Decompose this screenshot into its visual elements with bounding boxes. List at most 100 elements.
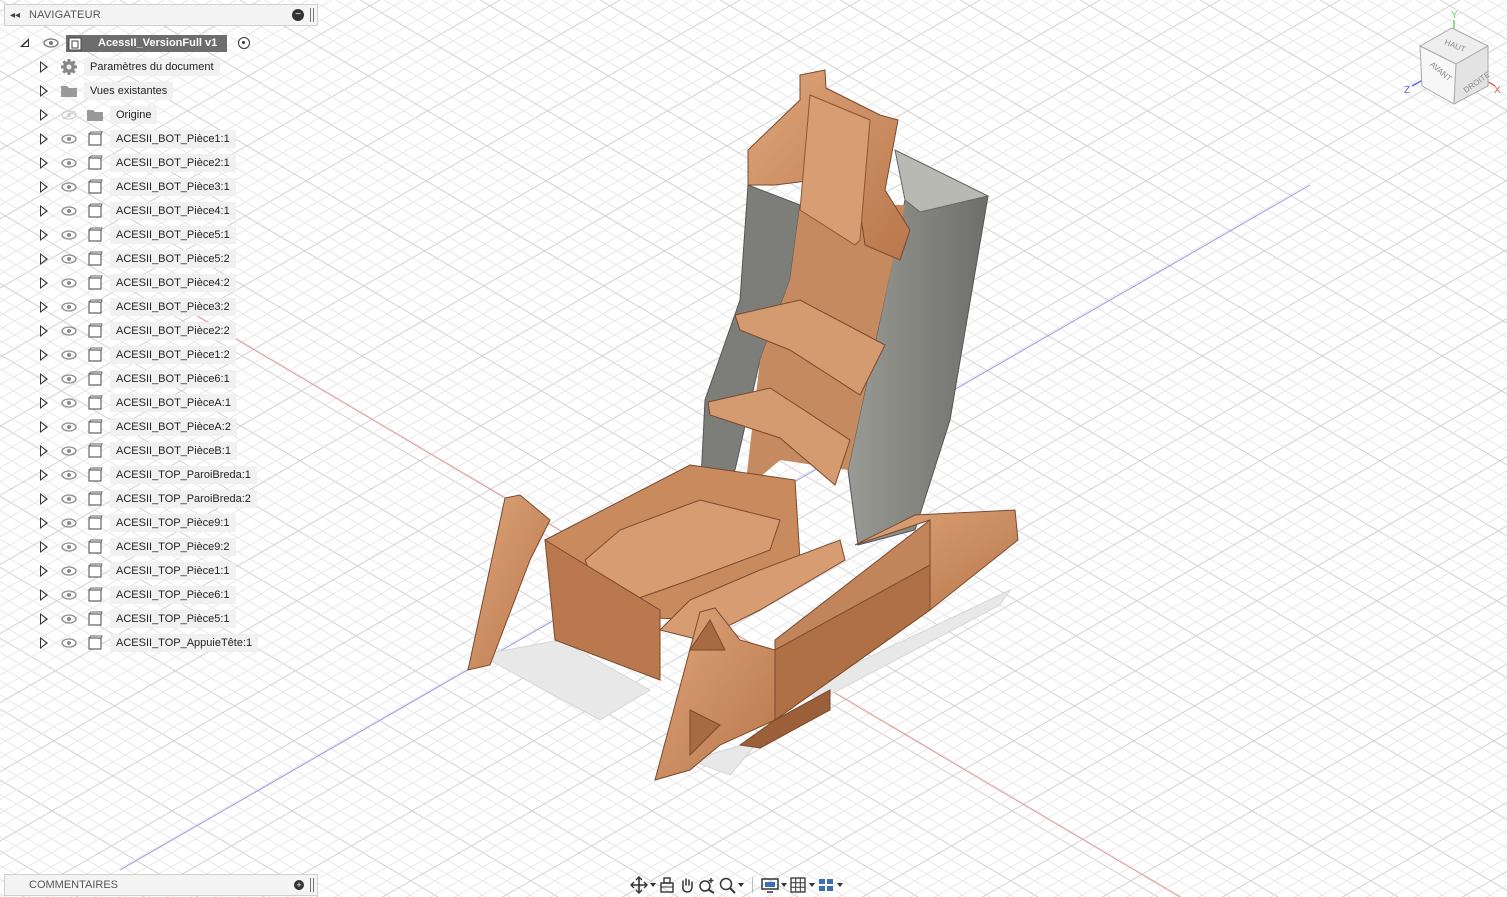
expand-arrow-icon[interactable] [40,253,48,265]
expand-arrow-icon[interactable] [40,373,48,385]
tree-row[interactable]: ACESII_BOT_Pièce1:2 [0,343,330,367]
tree-item-label[interactable]: ACESII_BOT_PièceB:1 [110,442,237,460]
grid-settings-button[interactable] [789,875,815,895]
expand-arrow-icon[interactable] [40,109,48,121]
visibility-eye-icon[interactable] [61,518,77,528]
expand-arrow-icon[interactable] [40,541,48,553]
visibility-eye-icon[interactable] [61,254,77,264]
visibility-eye-icon[interactable] [61,590,77,600]
expand-arrow-icon[interactable] [40,277,48,289]
expand-arrow-icon[interactable] [40,325,48,337]
expand-arrow-icon[interactable] [40,493,48,505]
expand-arrow-icon[interactable] [40,61,48,73]
root-expander-icon[interactable] [20,38,29,47]
tree-row[interactable]: ACESII_TOP_ParoiBreda:1 [0,463,330,487]
visibility-eye-icon[interactable] [61,278,77,288]
expand-arrow-icon[interactable] [40,229,48,241]
tree-item-label[interactable]: ACESII_BOT_Pièce1:1 [110,130,236,148]
tree-item-label[interactable]: ACESII_TOP_Pièce1:1 [110,562,236,580]
visibility-eye-icon[interactable] [61,230,77,240]
tree-item-label[interactable]: ACESII_BOT_Pièce1:2 [110,346,236,364]
collapse-panel-icon[interactable]: ◂◂ [5,10,25,21]
tree-row[interactable]: ACESII_BOT_Pièce4:2 [0,271,330,295]
visibility-eye-icon[interactable] [61,182,77,192]
tree-row[interactable]: ACESII_BOT_PièceB:1 [0,439,330,463]
comments-grip-icon[interactable] [310,878,314,892]
expand-arrow-icon[interactable] [40,301,48,313]
tree-row[interactable]: ACESII_BOT_Pièce5:1 [0,223,330,247]
pan-button[interactable] [678,875,696,895]
expand-arrow-icon[interactable] [40,517,48,529]
expand-arrow-icon[interactable] [40,85,48,97]
visibility-eye-icon[interactable] [61,374,77,384]
tree-item-label[interactable]: ACESII_TOP_AppuieTête:1 [110,634,259,652]
expand-arrow-icon[interactable] [40,613,48,625]
tree-item-label[interactable]: ACESII_BOT_Pièce2:2 [110,322,236,340]
visibility-eye-icon[interactable] [61,206,77,216]
visibility-eye-icon[interactable] [61,638,77,648]
tree-item-label[interactable]: ACESII_BOT_Pièce4:2 [110,274,236,292]
expand-arrow-icon[interactable] [40,397,48,409]
tree-row[interactable]: ACESII_BOT_Pièce1:1 [0,127,330,151]
expand-arrow-icon[interactable] [40,469,48,481]
visibility-eye-icon[interactable] [61,614,77,624]
viewports-button[interactable] [817,875,843,895]
visibility-eye-icon[interactable] [61,470,77,480]
tree-row[interactable]: ACESII_TOP_AppuieTête:1 [0,631,330,655]
visibility-eye-icon[interactable] [61,422,77,432]
expand-arrow-icon[interactable] [40,133,48,145]
visibility-eye-icon[interactable] [61,134,77,144]
look-at-button[interactable] [658,875,676,895]
add-comment-icon[interactable]: + [294,880,304,890]
tree-item-label[interactable]: ACESII_TOP_ParoiBreda:2 [110,490,257,508]
visibility-eye-icon[interactable] [61,302,77,312]
tree-item-label[interactable]: ACESII_TOP_ParoiBreda:1 [110,466,257,484]
visibility-eye-icon[interactable] [61,494,77,504]
visibility-eye-icon[interactable] [61,542,77,552]
root-document-label[interactable]: AcessII_VersionFull v1 [66,35,228,52]
expand-arrow-icon[interactable] [40,349,48,361]
root-row[interactable]: AcessII_VersionFull v1 [0,31,330,55]
tree-item-label[interactable]: ACESII_TOP_Pièce6:1 [110,586,236,604]
expand-arrow-icon[interactable] [40,565,48,577]
tree-item-label[interactable]: Vues existantes [84,82,174,100]
tree-row[interactable]: ACESII_BOT_PièceA:2 [0,415,330,439]
tree-item-label[interactable]: ACESII_TOP_Pièce9:2 [110,538,236,556]
tree-row[interactable]: Paramètres du document [0,55,330,79]
tree-row[interactable]: ACESII_TOP_Pièce6:1 [0,583,330,607]
expand-arrow-icon[interactable] [40,445,48,457]
tree-row[interactable]: ACESII_BOT_Pièce2:2 [0,319,330,343]
tree-row[interactable]: Origine [0,103,330,127]
visibility-eye-icon[interactable] [61,326,77,336]
tree-row[interactable]: Vues existantes [0,79,330,103]
tree-row[interactable]: ACESII_TOP_Pièce1:1 [0,559,330,583]
panel-grip-icon[interactable] [310,8,314,22]
tree-item-label[interactable]: ACESII_TOP_Pièce5:1 [110,610,236,628]
tree-row[interactable]: ACESII_BOT_Pièce4:1 [0,199,330,223]
zoom-button[interactable] [698,875,716,895]
display-settings-button[interactable] [761,875,787,895]
expand-arrow-icon[interactable] [40,157,48,169]
tree-row[interactable]: ACESII_BOT_PièceA:1 [0,391,330,415]
tree-row[interactable]: ACESII_BOT_Pièce3:1 [0,175,330,199]
tree-row[interactable]: ACESII_BOT_Pièce2:1 [0,151,330,175]
tree-item-label[interactable]: ACESII_BOT_Pièce5:2 [110,250,236,268]
visibility-eye-icon[interactable] [61,398,77,408]
tree-row[interactable]: ACESII_TOP_Pièce5:1 [0,607,330,631]
tree-row[interactable]: ACESII_BOT_Pièce5:2 [0,247,330,271]
tree-row[interactable]: ACESII_BOT_Pièce3:2 [0,295,330,319]
orbit-button[interactable] [630,875,656,895]
tree-row[interactable]: ACESII_BOT_Pièce6:1 [0,367,330,391]
tree-item-label[interactable]: Origine [110,106,158,124]
visibility-eye-icon[interactable] [61,350,77,360]
expand-arrow-icon[interactable] [40,637,48,649]
expand-arrow-icon[interactable] [40,589,48,601]
tree-row[interactable]: ACESII_TOP_Pièce9:1 [0,511,330,535]
tree-item-label[interactable]: Paramètres du document [84,58,220,76]
panel-options-icon[interactable]: − [292,9,304,21]
tree-item-label[interactable]: ACESII_TOP_Pièce9:1 [110,514,236,532]
tree-item-label[interactable]: ACESII_BOT_Pièce2:1 [110,154,236,172]
expand-arrow-icon[interactable] [40,205,48,217]
hidden-eye-icon[interactable] [61,110,77,120]
tree-item-label[interactable]: ACESII_BOT_Pièce3:1 [110,178,236,196]
